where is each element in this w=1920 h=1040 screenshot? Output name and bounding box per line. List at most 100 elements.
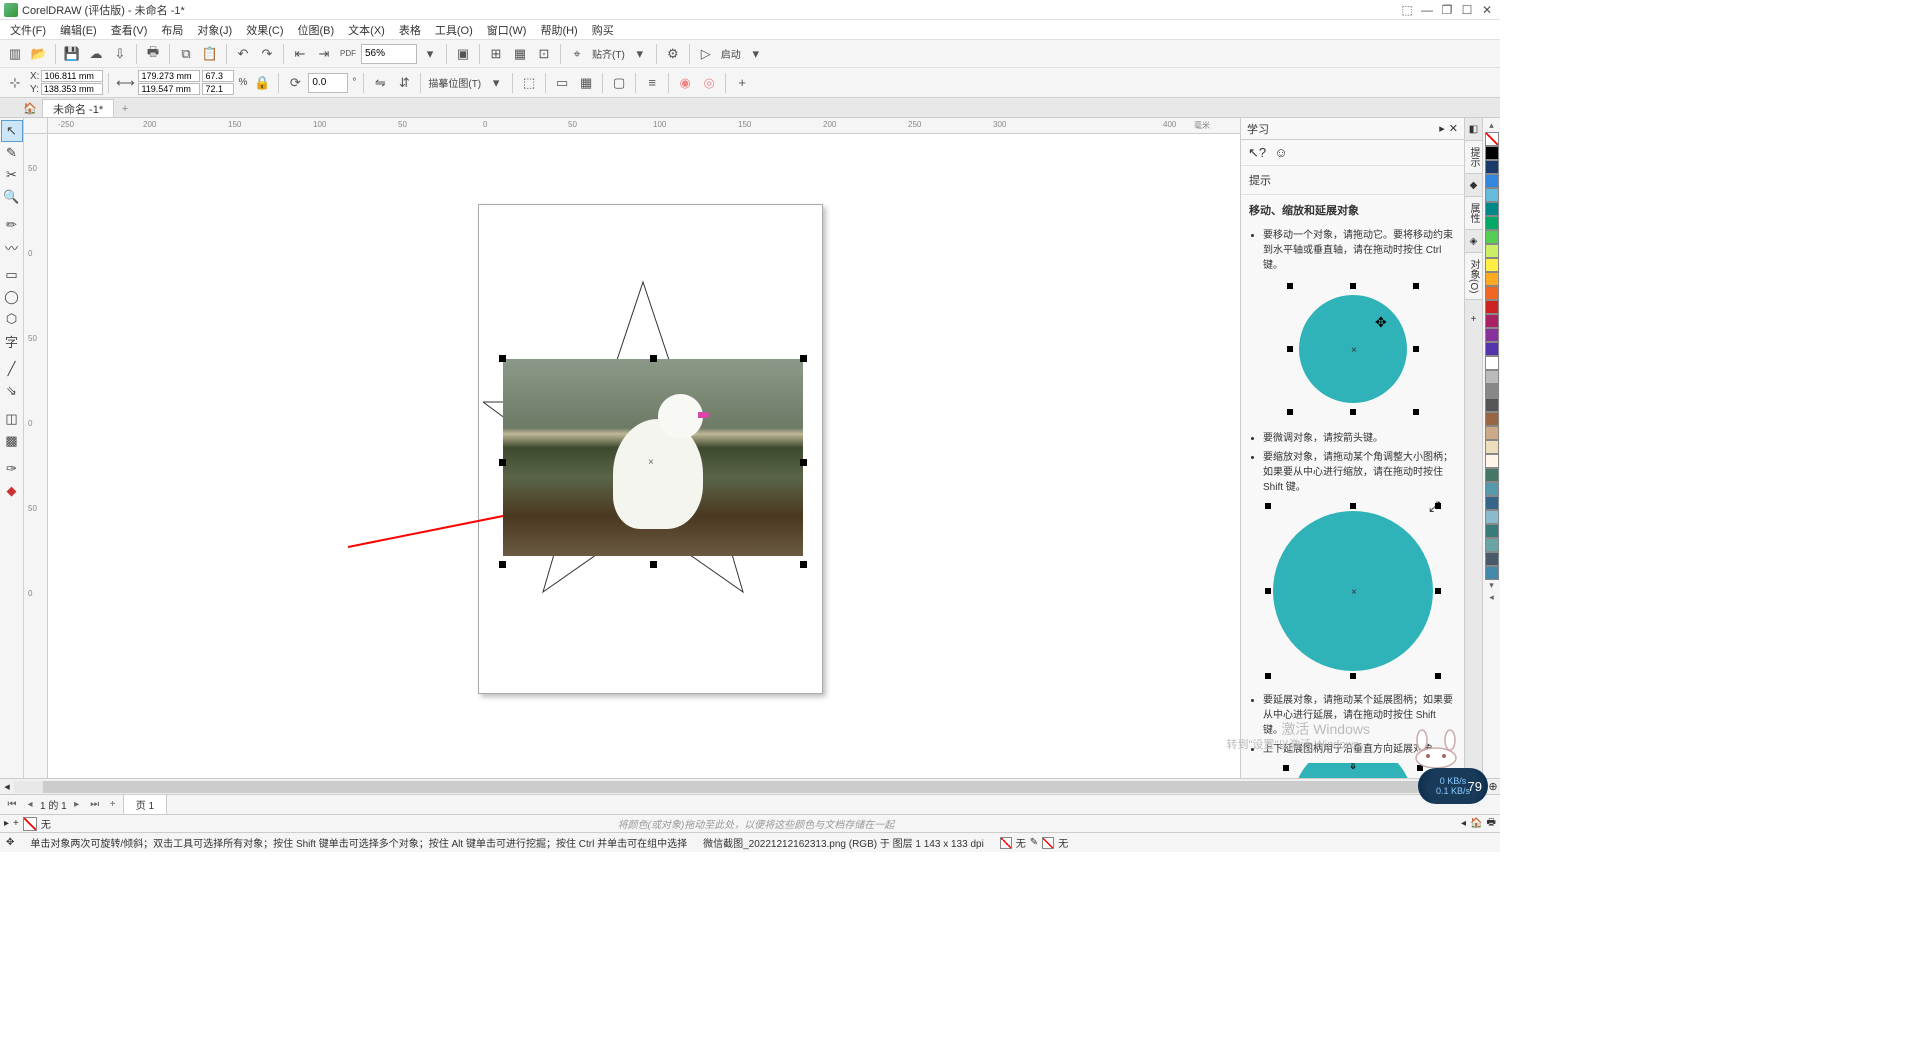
color-swatch[interactable] — [1485, 370, 1499, 384]
connector-tool[interactable]: ⇘ — [1, 380, 23, 402]
menu-bitmap[interactable]: 位图(B) — [292, 20, 341, 40]
scroll-left-icon[interactable]: ◂ — [0, 780, 14, 793]
color-swatch[interactable] — [1485, 384, 1499, 398]
page-next-icon[interactable]: ▸ — [69, 797, 85, 813]
undo-button[interactable]: ↶ — [232, 43, 254, 65]
add-tab-button[interactable]: + — [116, 101, 134, 117]
color-swatch[interactable] — [1485, 160, 1499, 174]
color-swatch[interactable] — [1485, 146, 1499, 160]
fill-tool[interactable]: ◆ — [1, 480, 23, 502]
handle-top-mid[interactable] — [650, 355, 657, 362]
navigator-icon[interactable]: ⊕ — [1486, 780, 1500, 793]
palette-down-icon[interactable]: ▾ — [1485, 580, 1499, 592]
color-swatch[interactable] — [1485, 272, 1499, 286]
crop-tool[interactable]: ✂ — [1, 164, 23, 186]
page-tab[interactable]: 页 1 — [123, 794, 167, 815]
color-swatch[interactable] — [1485, 538, 1499, 552]
horizontal-ruler[interactable]: -250 200 150 100 50 0 50 100 150 200 250… — [48, 118, 1240, 134]
color-swatch[interactable] — [1485, 426, 1499, 440]
menu-object[interactable]: 对象(J) — [191, 20, 238, 40]
vtab-hints[interactable]: 提示 — [1464, 140, 1483, 174]
color-swatch[interactable] — [1485, 300, 1499, 314]
rectangle-tool[interactable]: ▭ — [1, 264, 23, 286]
trace-dropdown-icon[interactable]: ▾ — [485, 72, 507, 94]
vtab-icon-2[interactable]: ◆ — [1467, 178, 1481, 192]
menu-effects[interactable]: 效果(C) — [240, 20, 289, 40]
color-swatch[interactable] — [1485, 496, 1499, 510]
color-swatch[interactable] — [1485, 174, 1499, 188]
color-swatch[interactable] — [1485, 552, 1499, 566]
guides-icon[interactable]: ⊡ — [533, 43, 555, 65]
handle-bot-mid[interactable] — [650, 561, 657, 568]
page-first-icon[interactable]: ⏮ — [4, 797, 20, 813]
color-swatch[interactable] — [1485, 188, 1499, 202]
color-swatch[interactable] — [1485, 454, 1499, 468]
restore-button[interactable]: ❐ — [1438, 2, 1456, 18]
redo-button[interactable]: ↷ — [256, 43, 278, 65]
order-back-icon[interactable]: ◎ — [698, 72, 720, 94]
page-last-icon[interactable]: ⏭ — [87, 797, 103, 813]
drawing-canvas[interactable]: × — [48, 134, 1240, 778]
open-button[interactable]: 📂 — [28, 43, 50, 65]
color-swatch[interactable] — [1485, 412, 1499, 426]
handle-mid-right[interactable] — [800, 459, 807, 466]
scale-y-input[interactable] — [202, 83, 234, 95]
launch-icon[interactable]: ▷ — [695, 43, 717, 65]
network-meter-widget[interactable]: 0 KB/s 0.1 KB/s 79 — [1418, 768, 1488, 804]
palette-add-icon[interactable]: + — [13, 818, 19, 829]
menu-table[interactable]: 表格 — [393, 20, 427, 40]
eyedropper-tool[interactable]: ✑ — [1, 458, 23, 480]
zoom-input[interactable] — [361, 44, 417, 64]
cloud-down-icon[interactable]: ⇩ — [109, 43, 131, 65]
menu-buy[interactable]: 购买 — [586, 20, 620, 40]
mirror-h-icon[interactable]: ⇋ — [369, 72, 391, 94]
shadow-tool[interactable]: ◫ — [1, 408, 23, 430]
color-swatch[interactable] — [1485, 482, 1499, 496]
options-button[interactable]: ⚙ — [662, 43, 684, 65]
print-button[interactable]: 🖶 — [142, 43, 164, 65]
lock-ratio-icon[interactable]: 🔒 — [251, 72, 273, 94]
docker-collapse-icon[interactable]: ▸ — [1439, 122, 1445, 135]
new-button[interactable]: ▥ — [4, 43, 26, 65]
launch-label[interactable]: 启动 — [719, 46, 743, 61]
menu-layout[interactable]: 布局 — [155, 20, 189, 40]
color-swatch[interactable] — [1485, 202, 1499, 216]
cloud-up-icon[interactable]: ☁ — [85, 43, 107, 65]
palette-menu-icon[interactable]: ▸ — [4, 818, 9, 829]
page-prev-icon[interactable]: ◂ — [22, 797, 38, 813]
close-button[interactable]: ✕ — [1478, 2, 1496, 18]
handle-mid-left[interactable] — [499, 459, 506, 466]
pdf-button[interactable]: PDF — [337, 43, 359, 65]
maximize-button[interactable]: ☐ — [1458, 2, 1476, 18]
vtab-properties[interactable]: 属性 — [1464, 196, 1483, 230]
transparency-tool[interactable]: ▩ — [1, 430, 23, 452]
vtab-objects[interactable]: 对象(O) — [1464, 252, 1483, 300]
color-swatch[interactable] — [1485, 440, 1499, 454]
horizontal-scrollbar[interactable]: ◂ ▸ ⊕ — [0, 778, 1500, 794]
page-add-icon[interactable]: + — [105, 797, 121, 813]
color-swatch[interactable] — [1485, 342, 1499, 356]
paste-button[interactable]: 📋 — [199, 43, 221, 65]
order-front-icon[interactable]: ◉ — [674, 72, 696, 94]
add-button[interactable]: + — [731, 72, 753, 94]
menu-view[interactable]: 查看(V) — [105, 20, 154, 40]
scale-x-input[interactable] — [202, 70, 234, 82]
pick-tool[interactable]: ↖ — [1, 120, 23, 142]
docker-close-icon[interactable]: ✕ — [1449, 122, 1458, 135]
grid-icon[interactable]: ⊞ — [485, 43, 507, 65]
docker-tab-hints[interactable]: 提示 — [1241, 166, 1464, 195]
color-swatch[interactable] — [1485, 286, 1499, 300]
status-outline-swatch[interactable] — [1042, 837, 1054, 849]
vtab-icon-1[interactable]: ◧ — [1467, 122, 1481, 136]
vtab-add-icon[interactable]: + — [1467, 312, 1481, 326]
vtab-icon-3[interactable]: ◈ — [1467, 234, 1481, 248]
zoom-dropdown-icon[interactable]: ▾ — [419, 43, 441, 65]
color-swatch[interactable] — [1485, 356, 1499, 370]
import-button[interactable]: ⇤ — [289, 43, 311, 65]
handle-bot-left[interactable] — [499, 561, 506, 568]
color-swatch[interactable] — [1485, 216, 1499, 230]
palette-up-icon[interactable]: ▴ — [1485, 120, 1499, 132]
save-button[interactable]: 💾 — [61, 43, 83, 65]
docker-home-icon[interactable]: 🏠 — [1470, 818, 1482, 829]
color-swatch[interactable] — [1485, 468, 1499, 482]
